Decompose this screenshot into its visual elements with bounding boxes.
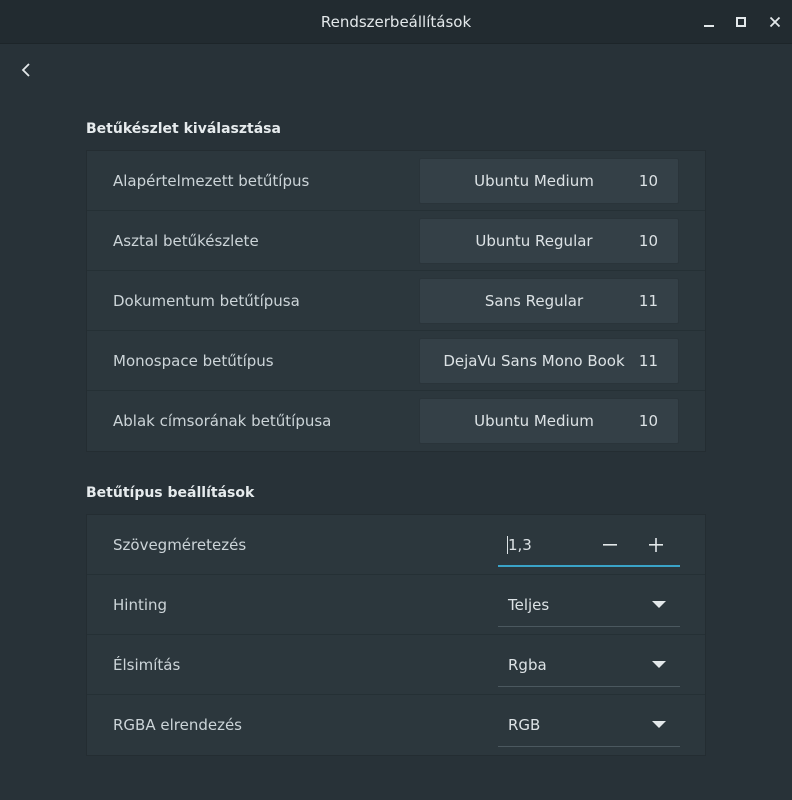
rgba-order-value: RGB	[508, 716, 541, 734]
font-row-label: Alapértelmezett betűtípus	[113, 172, 310, 190]
font-row-monospace: Monospace betűtípus DejaVu Sans Mono Boo…	[87, 331, 705, 391]
rgba-order-dropdown[interactable]: RGB	[498, 703, 680, 747]
font-selection-heading: Betűkészlet kiválasztása	[86, 121, 281, 137]
dropdown-arrow-icon	[652, 721, 666, 728]
font-name: Ubuntu Regular	[475, 232, 593, 250]
maximize-icon	[736, 17, 746, 27]
text-scaling-input[interactable]: 1,3	[508, 523, 532, 567]
font-row-desktop: Asztal betűkészlete Ubuntu Regular 10	[87, 211, 705, 271]
document-font-button[interactable]: Sans Regular 11	[419, 278, 679, 324]
plus-icon	[649, 538, 663, 552]
minimize-button[interactable]	[697, 10, 721, 34]
monospace-font-button[interactable]: DejaVu Sans Mono Book 11	[419, 338, 679, 384]
rgba-order-label: RGBA elrendezés	[113, 716, 243, 734]
title-bar: Rendszerbeállítások	[0, 0, 792, 44]
font-row-window-title: Ablak címsorának betűtípusa Ubuntu Mediu…	[87, 391, 705, 451]
antialiasing-value: Rgba	[508, 656, 547, 674]
hinting-label: Hinting	[113, 596, 168, 614]
font-row-label: Asztal betűkészlete	[113, 232, 259, 250]
hinting-dropdown[interactable]: Teljes	[498, 583, 680, 627]
chevron-left-icon	[21, 63, 30, 77]
minus-icon	[603, 544, 617, 546]
font-selection-card: Alapértelmezett betűtípus Ubuntu Medium …	[86, 150, 706, 452]
rgba-order-row: RGBA elrendezés RGB	[87, 695, 705, 755]
text-scaling-row: Szövegméretezés 1,3	[87, 515, 705, 575]
back-button[interactable]	[12, 56, 40, 84]
font-row-document: Dokumentum betűtípusa Sans Regular 11	[87, 271, 705, 331]
font-name: Ubuntu Medium	[474, 412, 594, 430]
maximize-button[interactable]	[729, 10, 753, 34]
dropdown-arrow-icon	[652, 661, 666, 668]
minimize-icon	[704, 25, 714, 27]
desktop-font-button[interactable]: Ubuntu Regular 10	[419, 218, 679, 264]
font-size: 11	[638, 292, 658, 310]
font-size: 11	[638, 352, 658, 370]
antialiasing-row: Élsimítás Rgba	[87, 635, 705, 695]
close-icon	[769, 16, 781, 28]
font-row-label: Monospace betűtípus	[113, 352, 274, 370]
text-cursor	[507, 536, 508, 554]
font-size: 10	[638, 412, 658, 430]
font-size: 10	[638, 232, 658, 250]
hinting-row: Hinting Teljes	[87, 575, 705, 635]
font-name: DejaVu Sans Mono Book	[443, 352, 625, 370]
increase-button[interactable]	[642, 531, 670, 559]
hinting-value: Teljes	[508, 596, 550, 614]
font-row-label: Dokumentum betűtípusa	[113, 292, 300, 310]
decrease-button[interactable]	[596, 531, 624, 559]
font-settings-heading: Betűtípus beállítások	[86, 485, 255, 501]
font-name: Ubuntu Medium	[474, 172, 594, 190]
window-title-font-button[interactable]: Ubuntu Medium 10	[419, 398, 679, 444]
antialiasing-label: Élsimítás	[113, 656, 181, 674]
window-title: Rendszerbeállítások	[320, 13, 472, 31]
text-scaling-label: Szövegméretezés	[113, 536, 247, 554]
text-scaling-spinbutton[interactable]: 1,3	[498, 523, 680, 567]
font-settings-card: Szövegméretezés 1,3 Hinting Teljes Élsim…	[86, 514, 706, 756]
antialiasing-dropdown[interactable]: Rgba	[498, 643, 680, 687]
dropdown-arrow-icon	[652, 601, 666, 608]
font-name: Sans Regular	[484, 292, 584, 310]
default-font-button[interactable]: Ubuntu Medium 10	[419, 158, 679, 204]
font-size: 10	[638, 172, 658, 190]
font-row-default: Alapértelmezett betűtípus Ubuntu Medium …	[87, 151, 705, 211]
close-button[interactable]	[763, 10, 787, 34]
font-row-label: Ablak címsorának betűtípusa	[113, 412, 332, 430]
